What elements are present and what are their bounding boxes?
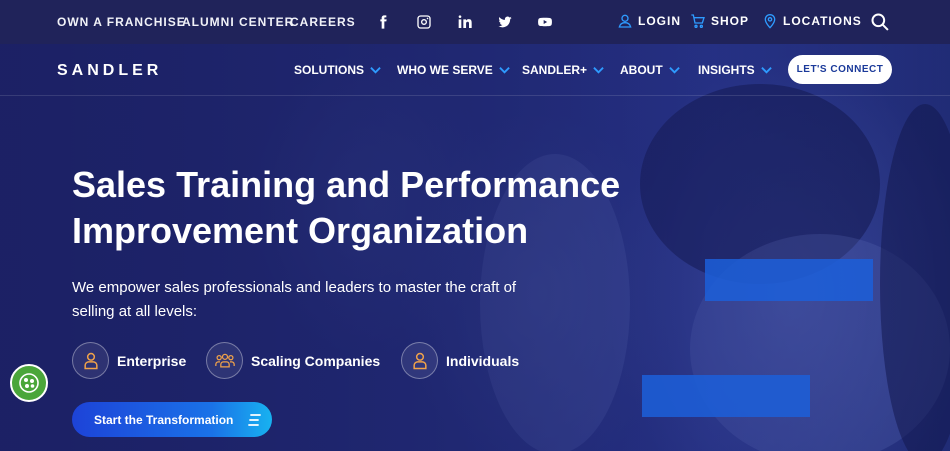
- chevron-down-icon: [593, 67, 604, 74]
- cart-icon: [691, 14, 705, 28]
- audience-scaling-companies[interactable]: Scaling Companies: [206, 342, 380, 379]
- cookie-settings-button[interactable]: [10, 364, 48, 402]
- utility-bar: OWN A FRANCHISE ALUMNI CENTER CAREERS LO…: [0, 0, 950, 44]
- person-icon: [401, 342, 438, 379]
- hero-headline: Sales Training and Performance Improveme…: [72, 164, 621, 251]
- nav-item-label: INSIGHTS: [698, 63, 755, 77]
- nav-item-label: SOLUTIONS: [294, 63, 365, 77]
- chevron-down-icon: [760, 67, 772, 74]
- audience-label: Individuals: [446, 352, 520, 369]
- sandler-lines-icon: [248, 413, 262, 426]
- main-navigation: SANDLER SOLUTIONS WHO WE SERVE SANDLER+ …: [0, 44, 950, 96]
- sandler-logo[interactable]: SANDLER: [57, 62, 162, 80]
- audience-label: Scaling Companies: [251, 352, 381, 369]
- nav-item-label: ABOUT: [620, 63, 663, 77]
- chevron-down-icon: [668, 67, 680, 74]
- hero-section: SANDLER SOLUTIONS WHO WE SERVE SANDLER+ …: [0, 44, 950, 451]
- cta-label: Start the Transformation: [94, 412, 234, 427]
- login-label: LOGIN: [638, 14, 681, 28]
- nav-item-about[interactable]: ABOUT: [620, 63, 680, 77]
- user-icon: [618, 14, 632, 28]
- search-icon: [871, 13, 889, 31]
- own-a-franchise-link[interactable]: OWN A FRANCHISE: [57, 15, 186, 29]
- decorative-blue-block: [705, 259, 873, 301]
- login-link[interactable]: LOGIN: [617, 13, 681, 29]
- shop-label: SHOP: [711, 14, 750, 28]
- start-transformation-button[interactable]: Start the Transformation: [72, 402, 272, 437]
- search-button[interactable]: [870, 12, 890, 32]
- group-icon: [206, 342, 243, 379]
- nav-item-insights[interactable]: INSIGHTS: [698, 63, 772, 77]
- hero-subtext: We empower sales professionals and leade…: [72, 279, 517, 320]
- lets-connect-button[interactable]: LET'S CONNECT: [788, 55, 892, 84]
- audience-label: Enterprise: [117, 352, 187, 369]
- linkedin-icon[interactable]: [455, 13, 473, 31]
- nav-item-who-we-serve[interactable]: WHO WE SERVE: [397, 63, 510, 77]
- cookie-icon: [19, 373, 39, 393]
- chevron-down-icon: [499, 67, 510, 74]
- shop-link[interactable]: SHOP: [690, 13, 749, 29]
- careers-link[interactable]: CAREERS: [290, 15, 356, 29]
- audience-individuals[interactable]: Individuals: [401, 342, 519, 379]
- locations-link[interactable]: LOCATIONS: [762, 13, 862, 29]
- instagram-icon[interactable]: [415, 13, 433, 31]
- facebook-icon[interactable]: [374, 13, 392, 31]
- alumni-center-link[interactable]: ALUMNI CENTER: [182, 15, 294, 29]
- locations-label: LOCATIONS: [783, 14, 862, 28]
- youtube-icon[interactable]: [536, 13, 554, 31]
- map-pin-icon: [764, 14, 776, 29]
- decorative-blue-block: [642, 375, 810, 417]
- nav-item-label: WHO WE SERVE: [397, 63, 493, 77]
- twitter-icon[interactable]: [496, 13, 514, 31]
- person-icon: [72, 342, 109, 379]
- nav-item-solutions[interactable]: SOLUTIONS: [294, 63, 381, 77]
- audience-enterprise[interactable]: Enterprise: [72, 342, 186, 379]
- chevron-down-icon: [370, 67, 381, 74]
- nav-item-label: SANDLER+: [522, 63, 588, 77]
- nav-item-sandler-plus[interactable]: SANDLER+: [522, 63, 604, 77]
